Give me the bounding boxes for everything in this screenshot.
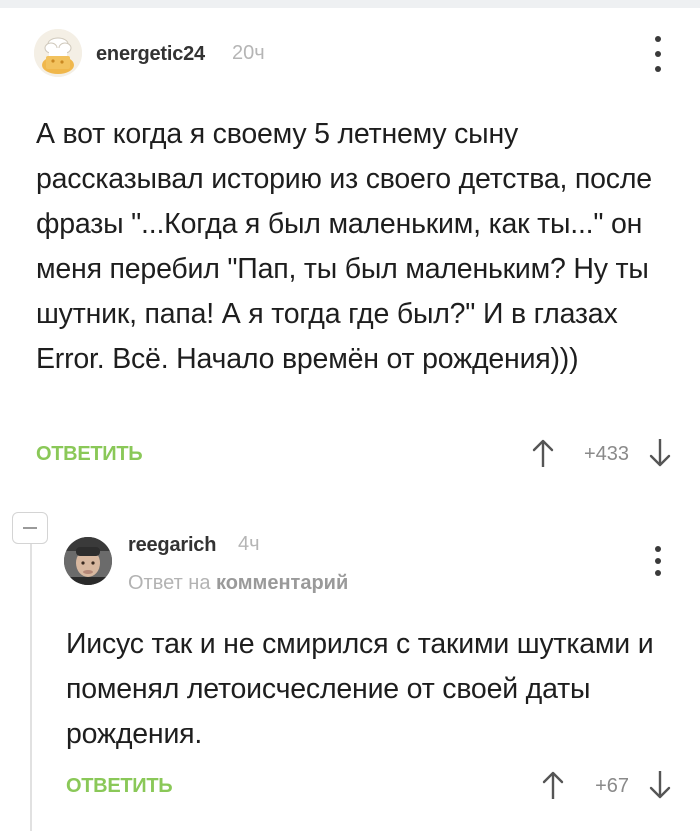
thread-line [30,544,32,831]
arrow-up-icon[interactable] [540,769,566,801]
arrow-up-icon[interactable] [530,437,556,469]
minus-icon[interactable] [12,512,48,544]
reply-score: +67 [595,775,629,797]
more-vertical-icon[interactable] [651,36,665,72]
avatar[interactable] [34,29,82,77]
comment-score: +433 [583,443,629,465]
more-vertical-icon[interactable] [651,546,665,576]
avatar[interactable] [64,537,112,585]
reply-to-prefix: Ответ на [128,572,211,594]
reply-author[interactable]: reegarich [128,534,216,557]
top-divider [0,0,700,8]
reply-to: Ответ на комментарий [128,572,348,595]
reply-text: Иисус так и не смирился с такими шутками… [66,628,654,750]
reply-button[interactable]: ОТВЕТИТЬ [66,775,173,798]
reply-button[interactable]: ОТВЕТИТЬ [36,443,143,466]
reply-to-link[interactable]: комментарий [216,572,348,594]
arrow-down-icon[interactable] [647,437,673,469]
comment-text: А вот когда я своему 5 летнему сыну расс… [36,118,652,375]
reply-timestamp: 4ч [238,533,260,555]
comment-timestamp: 20ч [232,42,265,64]
comment-author[interactable]: energetic24 [96,43,205,66]
arrow-down-icon[interactable] [647,769,673,801]
